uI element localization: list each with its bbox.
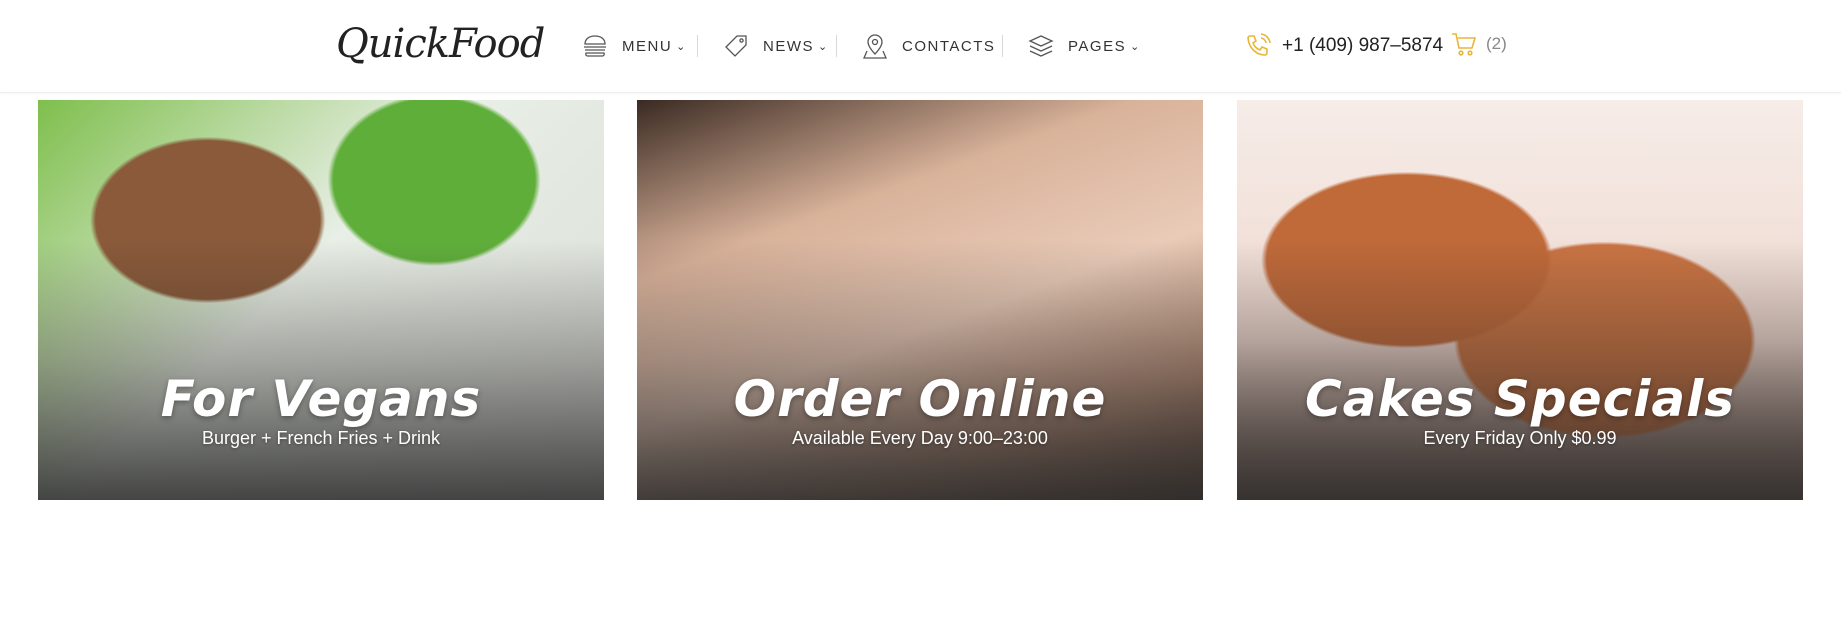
card-title: Order Online (733, 370, 1107, 428)
promo-card-cakes[interactable]: Cakes Specials Every Friday Only $0.99 (1237, 100, 1803, 500)
card-title: For Vegans (160, 370, 482, 428)
nav-news-label: NEWS (763, 37, 814, 55)
header-phone[interactable]: +1 (409) 987–5874 (1244, 30, 1443, 62)
logo-text: QuickFood (336, 21, 545, 67)
site-logo[interactable]: QuickFood (336, 18, 545, 70)
chevron-down-icon: ⌄ (1130, 40, 1141, 53)
nav-pages-label: PAGES (1068, 37, 1127, 55)
nav-divider (697, 35, 698, 57)
nav-divider (1002, 35, 1003, 57)
nav-contacts-label: CONTACTS (902, 37, 996, 55)
nav-contacts[interactable]: CONTACTS (862, 30, 995, 62)
card-subtitle: Every Friday Only $0.99 (1423, 428, 1617, 448)
map-pin-icon (862, 32, 888, 60)
phone-number: +1 (409) 987–5874 (1282, 35, 1444, 56)
cart-icon (1450, 30, 1478, 58)
promo-card-vegans[interactable]: For Vegans Burger + French Fries + Drink (38, 100, 604, 500)
promo-card-order-online[interactable]: Order Online Available Every Day 9:00–23… (637, 100, 1203, 500)
card-title: Cakes Specials (1304, 370, 1736, 428)
nav-pages[interactable]: PAGES ⌄ (1028, 30, 1141, 62)
nav-menu-label: MENU (622, 37, 673, 55)
tag-icon (723, 33, 749, 59)
burger-icon (582, 33, 608, 59)
nav-news[interactable]: NEWS ⌄ (723, 30, 829, 62)
nav-divider (836, 35, 837, 57)
chevron-down-icon: ⌄ (676, 40, 687, 53)
cart-button[interactable]: (2) (1450, 28, 1507, 60)
cart-count: (2) (1486, 34, 1507, 53)
site-header: QuickFood MENU ⌄ NEWS ⌄ CONTACTS PAGES ⌄… (0, 0, 1841, 93)
nav-menu[interactable]: MENU ⌄ (582, 30, 687, 62)
card-subtitle: Available Every Day 9:00–23:00 (792, 428, 1048, 448)
chevron-down-icon: ⌄ (818, 40, 829, 53)
phone-icon (1244, 32, 1272, 60)
card-subtitle: Burger + French Fries + Drink (201, 428, 441, 448)
layers-icon (1028, 33, 1054, 59)
